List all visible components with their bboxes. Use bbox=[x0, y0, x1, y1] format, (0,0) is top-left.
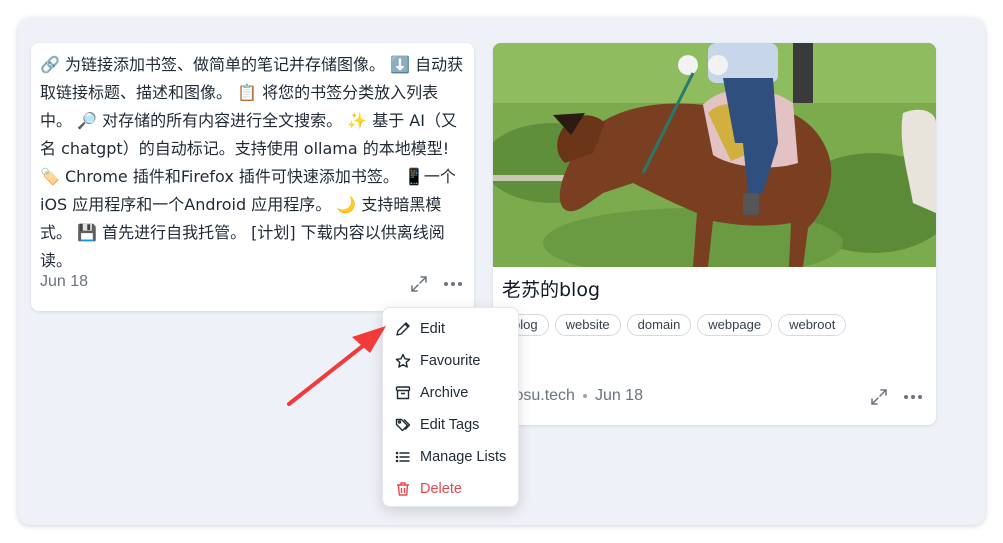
tags-icon bbox=[395, 418, 411, 432]
note-card[interactable]: 🔗 为链接添加书签、做简单的笔记并存储图像。 ⬇️ 自动获取链接标题、描述和图像… bbox=[31, 43, 474, 311]
more-icon[interactable] bbox=[902, 386, 924, 408]
separator-dot bbox=[582, 394, 587, 398]
link-title[interactable]: 老苏的blog bbox=[502, 275, 600, 302]
link-date: Jun 18 bbox=[594, 387, 643, 404]
menu-item-favourite[interactable]: Favourite bbox=[383, 345, 518, 377]
menu-item-label: Delete bbox=[420, 481, 462, 497]
link-card[interactable]: 老苏的blog blog website domain webpage webr… bbox=[493, 43, 936, 425]
expand-icon[interactable] bbox=[408, 273, 430, 295]
note-text: 🔗 为链接添加书签、做简单的笔记并存储图像。 ⬇️ 自动获取链接标题、描述和图像… bbox=[40, 55, 464, 270]
link-banner-image[interactable] bbox=[493, 43, 936, 267]
menu-item-archive[interactable]: Archive bbox=[383, 377, 518, 409]
star-icon bbox=[395, 353, 411, 368]
card-actions-menu: Edit Favourite Archive Edit Tags Manage … bbox=[382, 307, 519, 507]
tag-list: blog website domain webpage webroot bbox=[502, 314, 847, 336]
menu-item-edit[interactable]: Edit bbox=[383, 313, 518, 345]
menu-item-label: Manage Lists bbox=[420, 449, 507, 465]
menu-item-delete[interactable]: Delete bbox=[383, 473, 518, 505]
more-icon[interactable] bbox=[442, 273, 464, 295]
trash-icon bbox=[397, 482, 409, 496]
link-meta: laosu.tech Jun 18 bbox=[502, 387, 643, 405]
menu-item-label: Edit bbox=[420, 321, 445, 337]
pencil-icon bbox=[396, 322, 410, 336]
tag-chip[interactable]: domain bbox=[626, 314, 692, 336]
archive-icon bbox=[395, 386, 411, 400]
menu-item-manage-lists[interactable]: Manage Lists bbox=[383, 441, 518, 473]
menu-item-label: Edit Tags bbox=[420, 417, 480, 433]
link-card-actions bbox=[868, 386, 924, 408]
tag-chip[interactable]: webroot bbox=[778, 314, 847, 336]
menu-item-edit-tags[interactable]: Edit Tags bbox=[383, 409, 518, 441]
tag-chip[interactable]: website bbox=[554, 314, 621, 336]
tag-chip[interactable]: webpage bbox=[697, 314, 773, 336]
menu-item-label: Favourite bbox=[420, 353, 481, 369]
note-card-actions bbox=[408, 273, 464, 295]
expand-icon[interactable] bbox=[868, 386, 890, 408]
note-date: Jun 18 bbox=[40, 273, 89, 290]
list-icon bbox=[395, 451, 410, 463]
menu-item-label: Archive bbox=[420, 385, 469, 401]
